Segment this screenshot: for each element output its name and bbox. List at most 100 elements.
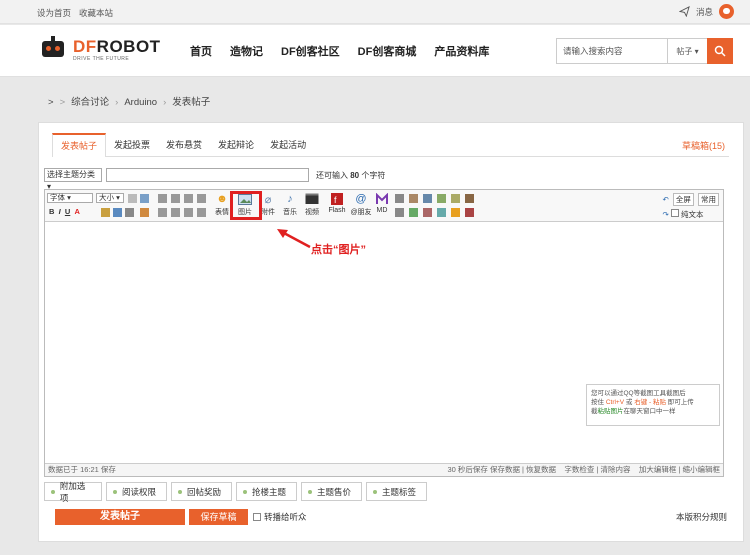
underline-icon[interactable]: U [65,207,70,216]
hr-icon[interactable] [128,194,137,203]
unlink-icon[interactable] [125,208,134,217]
extra-icon[interactable] [465,208,474,217]
music-button[interactable]: ♪ 音乐 [280,192,300,217]
draft-box-link[interactable]: 草稿箱(15) [682,139,725,152]
save-draft-button[interactable]: 保存草稿 [189,509,248,525]
post-editor-panel: 发表帖子 发起投票 发布悬赏 发起辩论 发起活动 草稿箱(15) 选择主题分类 … [38,122,744,542]
music-icon: ♪ [287,193,293,205]
format-buttons: B I U A [49,207,80,216]
redo-icon[interactable]: ↷ [663,210,669,219]
option-tags[interactable]: 主题标签 [366,482,427,501]
nav-item-store[interactable]: DF创客商城 [358,43,417,59]
fullscreen-button[interactable]: 全屏 [672,193,694,206]
font-size-select[interactable]: 大小 ▾ [96,193,124,203]
rich-text-editor[interactable]: 字体 ▾ 大小 ▾ B I U A ☻ 表情 图片 ⌀ 附件 ♪ 音乐 视频 f… [44,189,724,477]
at-icon: @ [355,193,367,205]
unordered-list-icon[interactable] [171,208,180,217]
breadcrumb-current: 发表帖子 [172,97,211,108]
indent-icon[interactable] [184,208,193,217]
option-read-permission[interactable]: 阅读权限 [106,482,167,501]
video-icon [304,192,320,206]
quote-icon[interactable] [395,194,404,203]
font-family-select[interactable]: 字体 ▾ [47,193,93,203]
video-button[interactable]: 视频 [302,192,322,217]
submit-post-button[interactable]: 发表帖子 [55,509,185,525]
sign-icon[interactable] [451,194,460,203]
post-type-tabs: 发表帖子 发起投票 发布悬赏 发起辩论 发起活动 [52,133,729,157]
align-center-icon[interactable] [171,194,180,203]
nav-item-docs[interactable]: 产品资料库 [434,43,489,59]
plugin-icon[interactable] [465,194,474,203]
text-tools[interactable]: 字数检查 | 清除内容 [564,465,630,474]
set-home-link[interactable]: 设为首页 [37,8,71,18]
category-select[interactable]: 选择主题分类 ▾ [44,168,102,191]
forward-checkbox[interactable] [253,513,261,521]
autosave-actions[interactable]: 30 秒后保存 保存数据 | 恢复数据 [447,465,556,474]
tab-debate[interactable]: 发起辩论 [210,134,262,156]
top-right-links: 消息 [678,4,734,19]
messages-link[interactable]: 消息 [696,6,713,18]
clear-format-icon[interactable] [140,208,149,217]
nav-item-community[interactable]: DF创客社区 [281,43,340,59]
search-button[interactable] [707,38,733,64]
plaintext-checkbox[interactable] [670,209,679,217]
tab-poll[interactable]: 发起投票 [106,134,158,156]
table-icon[interactable] [140,194,149,203]
smiley-icon: ☻ [216,193,228,205]
option-floor-grab[interactable]: 抢楼主题 [236,482,297,501]
tab-new-post[interactable]: 发表帖子 [52,133,107,157]
nav-item-create[interactable]: 造物记 [230,43,263,59]
hide-icon[interactable] [409,194,418,203]
search-input[interactable]: 请输入搜索内容 [556,38,667,64]
tab-activity[interactable]: 发起活动 [262,134,314,156]
mention-button[interactable]: @ @朋友 [349,192,373,217]
breadcrumb: > > 综合讨论 › Arduino › 发表帖子 [48,97,211,108]
align-right-icon[interactable] [184,194,193,203]
password-icon[interactable] [437,194,446,203]
top-utility-bar: 设为首页 收藏本站 消息 [0,0,750,24]
brand-df: DF [73,36,97,56]
link-icon[interactable] [113,208,122,217]
float-icon[interactable] [197,194,206,203]
common-button[interactable]: 常用 [698,193,719,206]
font-color-icon[interactable]: A [74,207,79,216]
tab-reward[interactable]: 发布悬赏 [158,134,210,156]
markdown-icon [374,192,390,206]
toolbar-right: ↶ 全屏 常用 ↷ 纯文本 [663,193,719,220]
nav-item-home[interactable]: 首页 [190,43,212,59]
bookmark-link[interactable]: 收藏本站 [79,8,113,18]
align-left-icon[interactable] [158,194,167,203]
brand-robot: ROBOT [96,36,161,56]
top-left-links: 设为首页 收藏本站 [37,7,121,19]
option-reply-reward[interactable]: 回帖奖励 [171,482,232,501]
send-icon[interactable] [678,6,690,17]
pagebreak-icon[interactable] [423,208,432,217]
option-price[interactable]: 主题售价 [301,482,362,501]
undo-icon[interactable]: ↶ [663,195,669,204]
markdown-button[interactable]: MD [372,192,392,214]
avatar[interactable] [719,4,734,19]
code-icon[interactable] [395,208,404,217]
breadcrumb-board[interactable]: Arduino [124,97,157,108]
editor-statusbar: 数据已于 16:21 保存 30 秒后保存 保存数据 | 恢复数据 字数检查 |… [45,463,723,476]
free-icon[interactable] [409,208,418,217]
emoji-button[interactable]: ☻ 表情 [212,192,232,217]
smile-icon[interactable] [451,208,460,217]
site-logo[interactable]: DFROBOT DRIVE THE FUTURE [38,36,161,62]
ordered-list-icon[interactable] [158,208,167,217]
points-rules-link[interactable]: 本版积分规则 [676,511,727,523]
breadcrumb-forum[interactable]: 综合讨论 [71,97,109,108]
bold-icon[interactable]: B [49,207,54,216]
index-icon[interactable] [423,194,432,203]
outdent-icon[interactable] [197,208,206,217]
resize-editor[interactable]: 加大编辑框 | 缩小编辑框 [639,465,720,474]
flash-button[interactable]: f Flash [325,192,349,214]
option-additional[interactable]: 附加选项 [44,481,102,503]
image-click-annotation: 点击“图片” [274,227,366,256]
bgcolor-icon[interactable] [101,208,110,217]
title-input[interactable] [106,168,309,182]
breadcrumb-home[interactable]: > [48,97,54,108]
reply-icon[interactable] [437,208,446,217]
search-scope-select[interactable]: 帖子 ▾ [667,38,707,64]
italic-icon[interactable]: I [59,207,61,216]
